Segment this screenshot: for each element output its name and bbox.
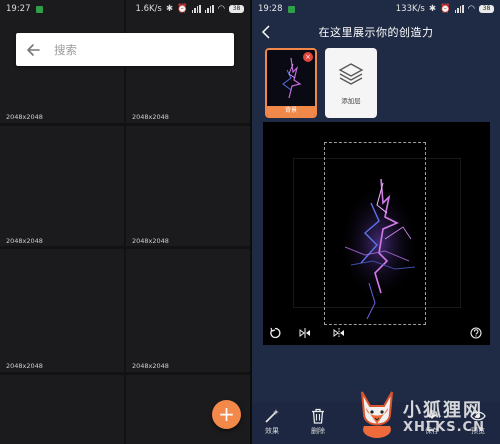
search-screen: 19:27 1.6K/s ✱ ⏰ ◠ 38 2048x2048 2048x204…	[0, 0, 250, 444]
grid-divider	[0, 123, 250, 126]
layers-icon	[338, 63, 364, 85]
background-layer[interactable]: × 背景	[265, 48, 317, 118]
delete-button[interactable]: 删除	[298, 408, 338, 436]
site-watermark: 小狐狸网 XHLKS.CN	[403, 396, 499, 440]
flip-vertical-icon[interactable]	[299, 327, 311, 339]
artwork-canvas[interactable]	[263, 122, 490, 345]
delete-layer-icon[interactable]: ×	[303, 52, 313, 62]
editor-screen: 19:28 133K/s ✱ ⏰ ◠ 38 在这里展示你的创造力 × 背景 添加…	[252, 0, 500, 444]
layer-label: 背景	[267, 106, 315, 116]
add-layer-button[interactable]: 添加层	[325, 48, 377, 118]
help-icon[interactable]	[470, 327, 482, 339]
effects-button[interactable]: 效果	[252, 408, 292, 436]
add-button[interactable]: +	[212, 400, 241, 429]
grid-divider	[0, 372, 250, 375]
editor-header: 在这里展示你的创造力	[252, 22, 500, 42]
watermark-title: 小狐狸网	[403, 400, 483, 421]
alarm-icon: ⏰	[439, 4, 451, 14]
fractal-artwork	[339, 178, 419, 320]
delete-label: 删除	[311, 427, 325, 435]
image-size-label[interactable]: 2048x2048	[132, 113, 169, 121]
back-chevron-icon[interactable]	[260, 25, 272, 39]
image-size-label[interactable]: 2048x2048	[6, 113, 43, 121]
battery-icon: 38	[479, 5, 494, 13]
page-title: 在这里展示你的创造力	[318, 26, 434, 39]
magic-wand-icon	[265, 409, 279, 423]
selection-frame[interactable]	[324, 142, 426, 325]
search-input[interactable]	[54, 42, 204, 57]
image-size-label[interactable]: 2048x2048	[6, 237, 43, 245]
rotate-icon[interactable]	[269, 327, 281, 339]
watermark-domain: XHLKS.CN	[403, 420, 485, 435]
image-size-label[interactable]: 2048x2048	[6, 362, 43, 370]
network-speed: 133K/s	[395, 4, 425, 14]
notification-icon	[287, 5, 295, 13]
image-size-label[interactable]: 2048x2048	[132, 362, 169, 370]
wifi-icon: ◠	[467, 4, 475, 14]
trash-icon	[312, 408, 324, 424]
image-grid: 2048x2048 2048x2048 2048x2048 2048x2048 …	[0, 0, 250, 444]
back-arrow-icon[interactable]	[26, 43, 40, 57]
flip-horizontal-icon[interactable]	[333, 327, 345, 339]
grid-divider	[0, 246, 250, 249]
signal-icon	[454, 5, 464, 13]
status-bar: 19:28 133K/s ✱ ⏰ ◠ 38	[252, 0, 500, 18]
bluetooth-icon: ✱	[428, 4, 436, 14]
search-bar	[16, 33, 234, 66]
grid-divider	[124, 0, 126, 444]
fox-mascot-logo	[361, 391, 393, 438]
image-size-label[interactable]: 2048x2048	[132, 237, 169, 245]
effects-label: 效果	[265, 427, 279, 435]
add-layer-label: 添加层	[341, 97, 361, 105]
status-time: 19:28	[258, 4, 283, 14]
